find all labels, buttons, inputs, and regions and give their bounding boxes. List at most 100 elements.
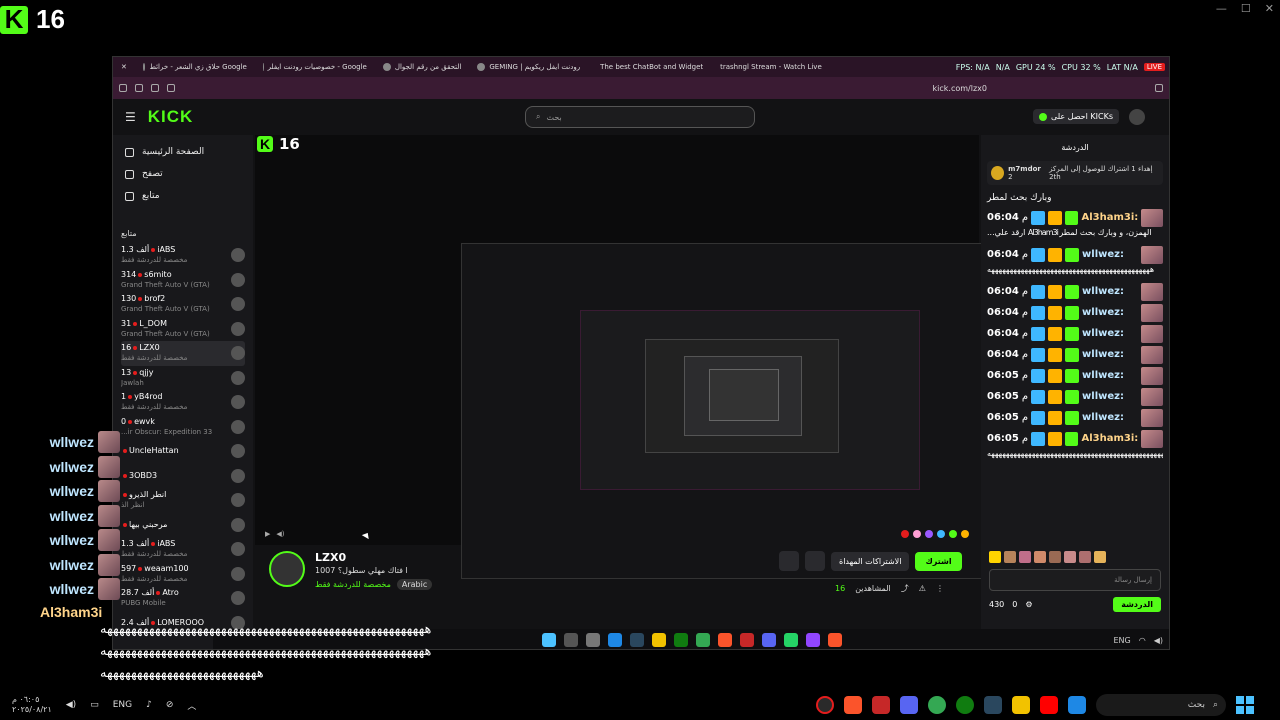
sidebar-channel[interactable]: 130 brof2 Grand Theft Auto V (GTA)	[121, 292, 245, 317]
nav-home[interactable]: الصفحة الرئيسية	[121, 141, 245, 163]
emote-icon[interactable]	[1004, 551, 1016, 563]
chat-username[interactable]: Al3ham3i:	[1081, 212, 1138, 223]
emote-icon[interactable]	[1019, 551, 1031, 563]
brave-icon[interactable]	[828, 633, 842, 647]
edge-icon[interactable]	[608, 633, 622, 647]
tab-0[interactable]: حلاق زي الشعر - خرائط Google	[135, 63, 255, 71]
tab-2[interactable]: التحقق من رقم الجوال	[375, 63, 469, 71]
emote-icon[interactable]	[937, 530, 945, 538]
bell-icon[interactable]	[779, 551, 799, 571]
chat-username[interactable]: Al3ham3i:	[1081, 433, 1138, 444]
chat-username[interactable]: wllwez:	[1082, 349, 1124, 360]
xbox-icon[interactable]	[674, 633, 688, 647]
chat-username[interactable]: wllwez:	[1082, 370, 1124, 381]
emote-icon[interactable]	[1094, 551, 1106, 563]
subscribe-button[interactable]: اشترك	[915, 551, 962, 571]
chrome-icon[interactable]	[696, 633, 710, 647]
chat-username[interactable]: wllwez:	[1082, 412, 1124, 423]
close-icon[interactable]: ✕	[113, 63, 135, 71]
pinned-user[interactable]: m7mdor	[1008, 165, 1041, 173]
more-icon[interactable]: ⋮	[936, 584, 944, 593]
emote-icon[interactable]	[1034, 551, 1046, 563]
twitch-icon[interactable]	[806, 633, 820, 647]
emote-icon[interactable]	[913, 530, 921, 538]
folder-icon[interactable]	[1012, 696, 1030, 714]
steam-icon[interactable]	[630, 633, 644, 647]
share-icon[interactable]: ⤴	[901, 583, 909, 594]
emote-icon[interactable]	[925, 530, 933, 538]
tab-4[interactable]: The best ChatBot and Widget	[588, 63, 708, 71]
chat-username[interactable]: wllwez:	[1082, 391, 1124, 402]
chat-username[interactable]: wllwez:	[1082, 249, 1124, 260]
wifi-off-icon[interactable]: ⊘	[166, 700, 174, 710]
discord-icon[interactable]	[762, 633, 776, 647]
emote-icon[interactable]	[961, 530, 969, 538]
edge-icon[interactable]	[1068, 696, 1086, 714]
app-icon[interactable]	[872, 696, 890, 714]
sidebar-channel[interactable]: 314 s6mito Grand Theft Auto V (GTA)	[121, 268, 245, 293]
chevron-up-icon[interactable]: ︿	[187, 699, 196, 712]
wifi-icon[interactable]: ◠	[1139, 636, 1146, 645]
hamburger-icon[interactable]: ☰	[125, 110, 136, 124]
chat-username[interactable]: wllwez:	[1082, 286, 1124, 297]
nav-following[interactable]: متابع	[121, 185, 245, 207]
sidebar-channel[interactable]: 13 qjjy Jawlah	[121, 366, 245, 391]
tab-1[interactable]: خصوصيات رودنت ايفلر - Google	[255, 63, 375, 71]
brave-icon[interactable]	[844, 696, 862, 714]
display-icon[interactable]: ▭	[90, 700, 99, 710]
language-indicator[interactable]: ENG	[1113, 636, 1130, 645]
heart-icon[interactable]	[805, 551, 825, 571]
windows-start-icon[interactable]	[542, 633, 556, 647]
report-icon[interactable]: ⚠	[919, 584, 926, 593]
sidebar-channel[interactable]: 16 LZX0 مخصصة للدردشة فقط	[121, 341, 245, 366]
emote-icon[interactable]	[1049, 551, 1061, 563]
volume-icon[interactable]: ◀)	[66, 700, 76, 710]
app-icon[interactable]	[740, 633, 754, 647]
youtube-icon[interactable]	[1040, 696, 1058, 714]
sidebar-channel[interactable]: 31 L_DOM Grand Theft Auto V (GTA)	[121, 317, 245, 342]
address-bar[interactable]: kick.com/lzx0	[933, 84, 987, 93]
emote-icon[interactable]	[1064, 551, 1076, 563]
search-icon[interactable]	[564, 633, 578, 647]
kick-wordmark[interactable]: KICK	[148, 107, 194, 127]
mic-icon[interactable]: ♪	[146, 700, 152, 710]
brave-icon[interactable]	[718, 633, 732, 647]
reload-icon[interactable]	[1155, 84, 1163, 92]
volume-icon[interactable]: ◀)	[1154, 636, 1163, 645]
tab-3[interactable]: GEMING | رودنت ايفل ريكويم	[469, 63, 588, 71]
gift-subs-button[interactable]: الاشتراكات المهداة	[831, 551, 910, 571]
app-icon[interactable]	[816, 696, 834, 714]
minimize-icon[interactable]: —	[1216, 2, 1227, 15]
bookmarks-icon[interactable]	[151, 84, 159, 92]
nav-browse[interactable]: تصفح	[121, 163, 245, 185]
user-avatar[interactable]	[1129, 109, 1145, 125]
steam-icon[interactable]	[984, 696, 1002, 714]
windows-start-icon[interactable]	[1236, 696, 1254, 714]
maximize-icon[interactable]: ☐	[1241, 2, 1251, 15]
emote-icon[interactable]	[949, 530, 957, 538]
xbox-icon[interactable]	[956, 696, 974, 714]
chat-username[interactable]: wllwez:	[1082, 328, 1124, 339]
sidebar-channel[interactable]: 1 yB4rod مخصصة للدردشة فقط	[121, 390, 245, 415]
whatsapp-icon[interactable]	[784, 633, 798, 647]
menu-icon[interactable]	[119, 84, 127, 92]
get-kicks-button[interactable]: احصل على KICKs	[1033, 109, 1119, 124]
sidebar-icon[interactable]	[167, 84, 175, 92]
search-input[interactable]: ⌕ بحث	[525, 106, 755, 128]
sidebar-channel[interactable]: 1.3 ألف iABS مخصصة للدردشة فقط	[121, 243, 245, 268]
chrome-icon[interactable]	[928, 696, 946, 714]
close-icon[interactable]: ✕	[1265, 2, 1274, 15]
history-icon[interactable]	[135, 84, 143, 92]
gear-icon[interactable]: ⚙	[1025, 600, 1032, 609]
chat-send-button[interactable]: الدردشة	[1113, 597, 1161, 612]
emote-icon[interactable]	[901, 530, 909, 538]
emote-icon[interactable]	[989, 551, 1001, 563]
emote-icon[interactable]	[1079, 551, 1091, 563]
folder-icon[interactable]	[652, 633, 666, 647]
discord-icon[interactable]	[900, 696, 918, 714]
task-view-icon[interactable]	[586, 633, 600, 647]
chat-username[interactable]: wllwez:	[1082, 307, 1124, 318]
chat-input[interactable]: إرسال رسالة	[989, 569, 1161, 591]
language-indicator[interactable]: ENG	[113, 700, 132, 710]
taskbar-search[interactable]: بحث ⌕	[1096, 694, 1226, 716]
